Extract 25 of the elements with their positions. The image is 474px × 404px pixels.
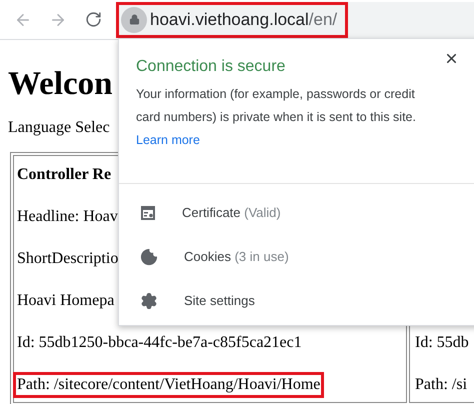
cell-text: Path: /si bbox=[414, 375, 468, 395]
cookie-icon bbox=[140, 248, 158, 266]
learn-more-link[interactable]: Learn more bbox=[136, 129, 200, 152]
page-heading: Welcon bbox=[8, 65, 112, 104]
popup-menu-item[interactable]: Cookies (3 in use) bbox=[119, 246, 474, 268]
cell-text: Id: 55db1250-bbca-44fc-be7a-c85f5ca21ec1 bbox=[17, 333, 302, 353]
popup-title: Connection is secure bbox=[136, 57, 286, 77]
popup-menu-item[interactable]: Certificate (Valid) bbox=[119, 202, 474, 224]
url-text: hoavi.viethoang.local/en/ bbox=[150, 8, 338, 31]
popup-menu-item[interactable]: Site settings bbox=[119, 290, 474, 312]
settings-icon bbox=[140, 292, 158, 310]
reload-icon[interactable] bbox=[85, 11, 102, 28]
cell-text: Hoavi Homepa bbox=[17, 291, 114, 311]
cell-text: ShortDescriptio bbox=[17, 249, 118, 269]
certificate-icon bbox=[140, 205, 156, 221]
address-bar[interactable]: hoavi.viethoang.local/en/ bbox=[116, 2, 474, 38]
lock-button[interactable] bbox=[121, 6, 147, 32]
cell-text: Path: /sitecore/content/VietHoang/Hoavi/Home bbox=[17, 375, 320, 395]
close-icon bbox=[444, 51, 459, 66]
language-label: Language Selec bbox=[8, 118, 110, 138]
cell-text: Controller Re bbox=[17, 165, 112, 185]
lock-icon bbox=[128, 14, 140, 25]
cell-text: Headline: Hoav bbox=[17, 207, 118, 227]
popup-body: Your information (for example, passwords or credit card numbers) is private when it is sent to this site. bbox=[136, 86, 417, 126]
cell-text: Id: 55db bbox=[414, 333, 470, 353]
